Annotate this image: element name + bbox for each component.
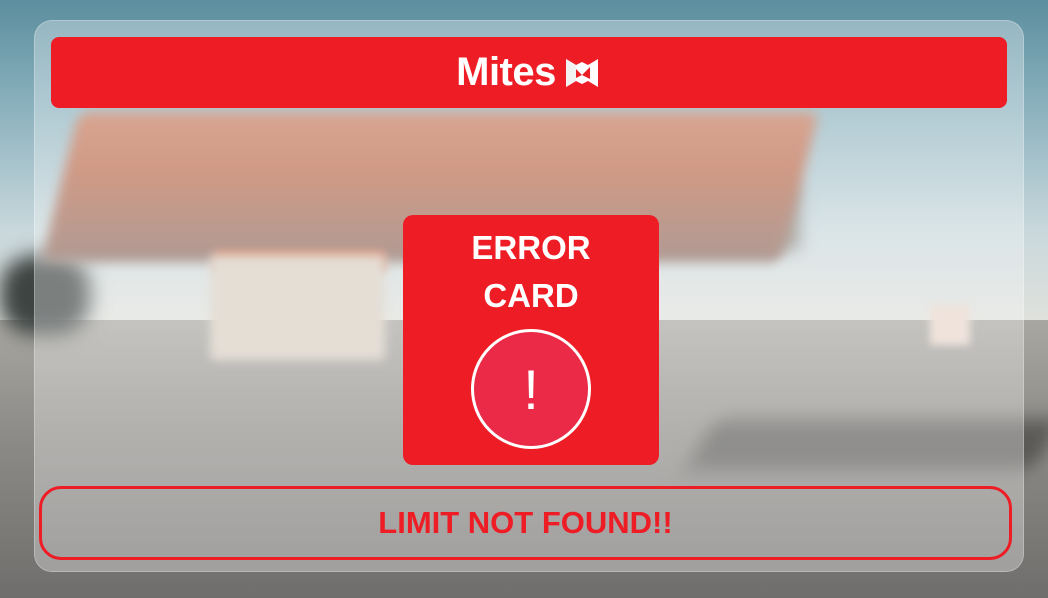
brand-header: Mites bbox=[51, 37, 1007, 108]
error-message: LIMIT NOT FOUND!! bbox=[378, 505, 673, 540]
brand-name: Mites bbox=[456, 50, 556, 94]
exclamation-glyph: ! bbox=[523, 357, 539, 421]
error-card-title-line2: CARD bbox=[483, 277, 579, 314]
exclamation-icon: ! bbox=[471, 329, 591, 449]
error-card-title-line1: ERROR bbox=[471, 229, 591, 266]
error-message-box: LIMIT NOT FOUND!! bbox=[39, 486, 1012, 560]
mites-logo-icon bbox=[565, 58, 598, 87]
